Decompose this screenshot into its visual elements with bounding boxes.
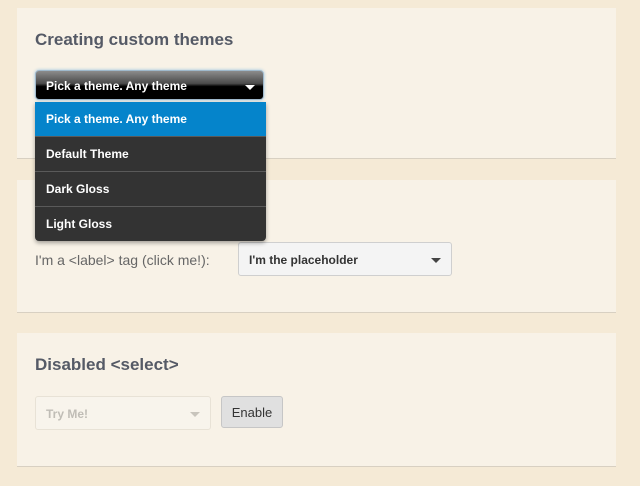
placeholder-select[interactable]: I'm the placeholder: [238, 242, 452, 276]
theme-option-default[interactable]: Default Theme: [35, 136, 266, 171]
disabled-select: Try Me!: [35, 396, 211, 430]
chevron-down-icon: [190, 412, 200, 417]
section-title-custom-themes: Creating custom themes: [35, 30, 234, 49]
section-title-disabled: Disabled <select>: [35, 355, 179, 374]
theme-option-light-gloss[interactable]: Light Gloss: [35, 206, 266, 241]
theme-select-dropdown: Pick a theme. Any theme Default Theme Da…: [35, 102, 266, 241]
theme-option-dark-gloss[interactable]: Dark Gloss: [35, 171, 266, 206]
theme-select[interactable]: Pick a theme. Any theme: [35, 70, 264, 100]
enable-button[interactable]: Enable: [221, 396, 283, 428]
placeholder-select-value: I'm the placeholder: [249, 253, 358, 267]
theme-option-pick[interactable]: Pick a theme. Any theme: [35, 102, 266, 136]
chevron-down-icon: [245, 85, 255, 90]
chevron-down-icon: [431, 258, 441, 263]
theme-select-value: Pick a theme. Any theme: [46, 79, 187, 93]
label-tag-text[interactable]: I'm a <label> tag (click me!):: [35, 252, 210, 268]
disabled-select-value: Try Me!: [46, 407, 89, 421]
